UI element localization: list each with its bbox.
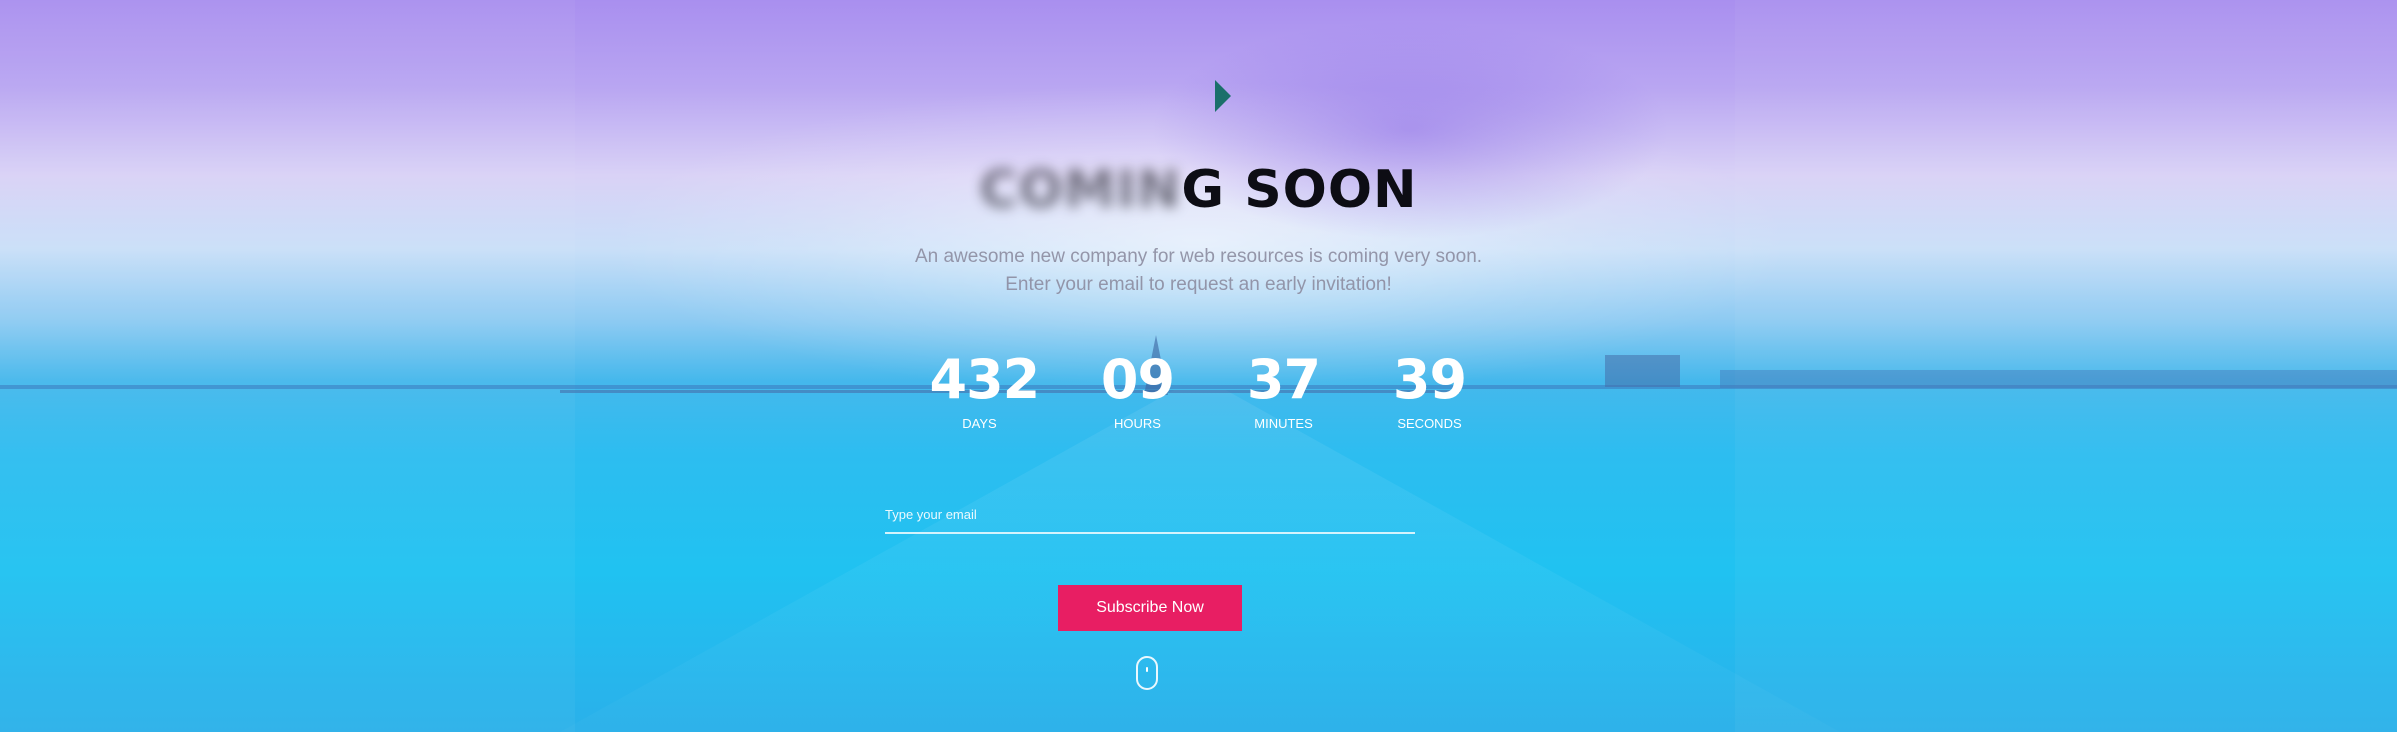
countdown-hours: 09 HOURS <box>1100 348 1176 432</box>
countdown-minutes-label: MINUTES <box>1254 416 1313 431</box>
countdown-minutes: 37 MINUTES <box>1246 348 1322 432</box>
page-subtitle: An awesome new company for web resources… <box>0 243 2397 299</box>
coming-soon-page: COMING SOON An awesome new company for w… <box>0 0 2397 732</box>
countdown-days-value: 432 <box>929 348 1041 411</box>
background-rays <box>560 390 1840 732</box>
countdown-minutes-value: 37 <box>1246 348 1321 411</box>
play-triangle-logo-icon[interactable] <box>1215 80 1231 112</box>
subtitle-line-2: Enter your email to request an early inv… <box>1005 274 1392 295</box>
countdown-timer: 432 DAYS 09 HOURS 37 MINUTES 39 SECONDS <box>0 348 2397 432</box>
email-field-wrapper <box>885 506 1415 534</box>
subscribe-button[interactable]: Subscribe Now <box>1058 585 1242 631</box>
countdown-hours-label: HOURS <box>1114 416 1161 431</box>
countdown-seconds: 39 SECONDS <box>1392 348 1468 432</box>
page-title-blurred: COMIN <box>979 160 1182 220</box>
email-field[interactable] <box>885 507 1415 522</box>
page-title-visible: G SOON <box>1181 160 1418 220</box>
countdown-seconds-label: SECONDS <box>1397 416 1462 431</box>
countdown-days-label: DAYS <box>962 416 997 431</box>
page-title: COMING SOON <box>0 160 2397 220</box>
subtitle-line-1: An awesome new company for web resources… <box>914 246 1483 267</box>
countdown-days: 432 DAYS <box>929 348 1041 432</box>
countdown-hours-value: 09 <box>1100 348 1175 411</box>
countdown-seconds-value: 39 <box>1392 348 1467 411</box>
mouse-wheel <box>1146 667 1148 672</box>
mouse-scroll-icon[interactable] <box>1136 656 1158 690</box>
